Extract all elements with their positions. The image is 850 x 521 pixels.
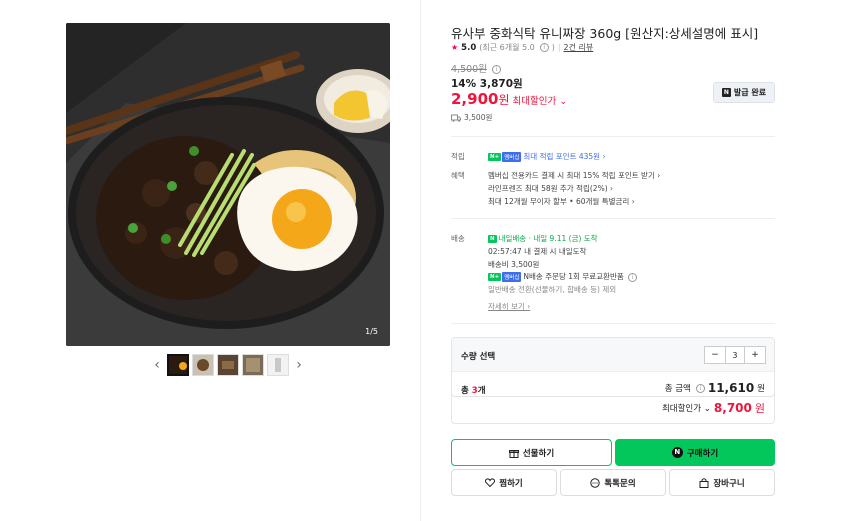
main-product-image[interactable]: 1/5 (66, 23, 390, 346)
coupon-issued-button[interactable]: N 발급 완료 (713, 82, 775, 103)
benefit-line-1[interactable]: 멤버십 전용카드 결제 시 최대 15% 적립 포인트 받기 › (488, 170, 660, 181)
info-icon[interactable]: i (628, 272, 638, 282)
quantity-minus-button[interactable]: − (705, 347, 725, 363)
talk-label: 톡톡문의 (604, 478, 636, 489)
tomorrow-delivery-badge: N (488, 235, 497, 243)
benefit-line-3[interactable]: 최대 12개월 무이자 할부 • 60개월 특별금리 › (488, 196, 635, 207)
heart-icon (485, 478, 496, 487)
max-discount-total-unit: 원 (754, 402, 765, 415)
thumb-prev-arrow-icon[interactable]: ‹ (150, 357, 164, 373)
quantity-stepper: − 3 + (704, 346, 766, 364)
chat-icon (590, 477, 601, 488)
max-discount-unit: 원 (498, 93, 510, 107)
info-icon[interactable]: i (539, 43, 549, 52)
gift-label: 선물하기 (522, 448, 555, 459)
cart-label: 장바구니 (713, 478, 745, 489)
total-amount-row: 총 금액 i 11,610 원 (665, 381, 765, 395)
original-price-row: 4,500원 i (451, 61, 501, 75)
rating-score: 5.0 (461, 42, 477, 53)
max-discount-total-row[interactable]: 최대할인가 ⌄ 8,700 원 (662, 400, 765, 416)
gift-button[interactable]: 선물하기 (451, 439, 612, 466)
rating-separator: | (557, 43, 561, 52)
naver-n-icon: N (721, 88, 731, 97)
thumbnail-strip: ‹ › (150, 354, 306, 376)
shipping-fee: 3,500원 (464, 113, 493, 122)
shipping-fee-row: 3,500원 (451, 112, 492, 123)
benefit-line-2[interactable]: 라인프렌즈 최대 58원 추가 적립(2%) › (488, 183, 613, 194)
review-link[interactable]: 2건 리뷰 (564, 42, 594, 53)
thumbnail-4[interactable] (242, 354, 264, 376)
exchange-row: N+ 멤버십 N배송 주문당 1회 무료교환반품 i (488, 271, 638, 282)
thumbnail-1[interactable] (167, 354, 189, 376)
product-title: 유사부 중화식탁 유니짜장 360g [원산지:상세설명에 표시] (451, 26, 759, 41)
original-price: 4,500원 (451, 64, 487, 75)
quantity-label: 수량 선택 (461, 352, 496, 362)
info-icon[interactable]: i (491, 65, 501, 74)
gift-icon (508, 449, 519, 458)
quantity-header: 수량 선택 − 3 + (452, 338, 774, 372)
max-discount-label: 최대할인가 ⌄ (512, 96, 568, 107)
wish-button[interactable]: 찜하기 (451, 469, 557, 496)
thumbnail-5[interactable] (267, 354, 289, 376)
buy-label: 구매하기 (686, 448, 719, 459)
coupon-label: 발급 완료 (733, 88, 767, 97)
max-discount-price: 2,900 (451, 90, 499, 108)
max-discount-row[interactable]: 2,900원 최대할인가 ⌄ (451, 89, 567, 108)
max-discount-total-label: 최대할인가 ⌄ (661, 404, 711, 414)
quantity-value[interactable]: 3 (725, 347, 745, 363)
rating-row: ★ 5.0 (최근 6개월 5.0 i) | 2건 리뷰 (451, 42, 594, 53)
total-unit: 원 (757, 384, 765, 394)
total-label: 총 금액 (664, 384, 691, 394)
quantity-plus-button[interactable]: + (745, 347, 765, 363)
divider (451, 136, 775, 137)
info-icon[interactable]: i (695, 383, 705, 393)
star-icon: ★ (451, 43, 459, 52)
image-counter: 1/5 (365, 327, 378, 336)
total-count: 총 3개 (461, 386, 486, 396)
delivery-type: 내일배송 (498, 234, 527, 243)
product-page: 1/5 ‹ › 유사부 중화식탁 유니짜장 360g [원산지:상세설명에 표시… (0, 0, 850, 521)
delivery-label: 배송 (451, 234, 465, 243)
points-row[interactable]: N+ 멤버십 최대 적립 포인트 435원 › (488, 151, 605, 162)
order-summary: 총 3개 총 금액 i 11,610 원 최대할인가 ⌄ 8,700 원 (451, 372, 775, 424)
delivery-fee: 배송비 3,500원 (488, 260, 540, 269)
npay-membership-badge: N+ 멤버십 (488, 272, 522, 282)
delivery-type-row: N 내일배송 · 내일 9.11 (금) 도착 (488, 233, 598, 244)
points-text: 최대 적립 포인트 435원 › (523, 152, 606, 161)
exchange-text: N배송 주문당 1회 무료교환반품 (523, 272, 624, 281)
wish-label: 찜하기 (499, 478, 523, 489)
column-divider (420, 0, 421, 521)
delivery-more-link[interactable]: 자세히 보기 › (488, 301, 530, 312)
points-label: 적립 (451, 152, 465, 161)
delivery-cutoff: 02:57:47 내 결제 시 내일도착 (488, 247, 587, 256)
thumb-next-arrow-icon[interactable]: › (292, 357, 306, 373)
total-amount: 11,610 (707, 381, 755, 395)
divider (451, 323, 775, 324)
truck-icon (451, 114, 461, 122)
thumbnail-3[interactable] (217, 354, 239, 376)
jajangmyeon-photo (66, 23, 390, 346)
delivery-date: · 내일 9.11 (금) 도착 (528, 234, 598, 243)
thumbnail-2[interactable] (192, 354, 214, 376)
benefits-label: 혜택 (451, 171, 465, 180)
divider (451, 218, 775, 219)
delivery-note: 일반배송 전환(선물하기, 합배송 등) 제외 (488, 285, 617, 294)
rating-detail: (최근 6개월 5.0 (479, 43, 535, 52)
bag-icon (699, 477, 709, 488)
max-discount-total: 8,700 (713, 401, 752, 415)
naver-pay-icon: N (671, 447, 683, 458)
npay-membership-badge: N+ 멤버십 (488, 152, 522, 162)
talk-inquiry-button[interactable]: 톡톡문의 (560, 469, 666, 496)
cart-button[interactable]: 장바구니 (669, 469, 775, 496)
buy-button[interactable]: N 구매하기 (615, 439, 775, 466)
